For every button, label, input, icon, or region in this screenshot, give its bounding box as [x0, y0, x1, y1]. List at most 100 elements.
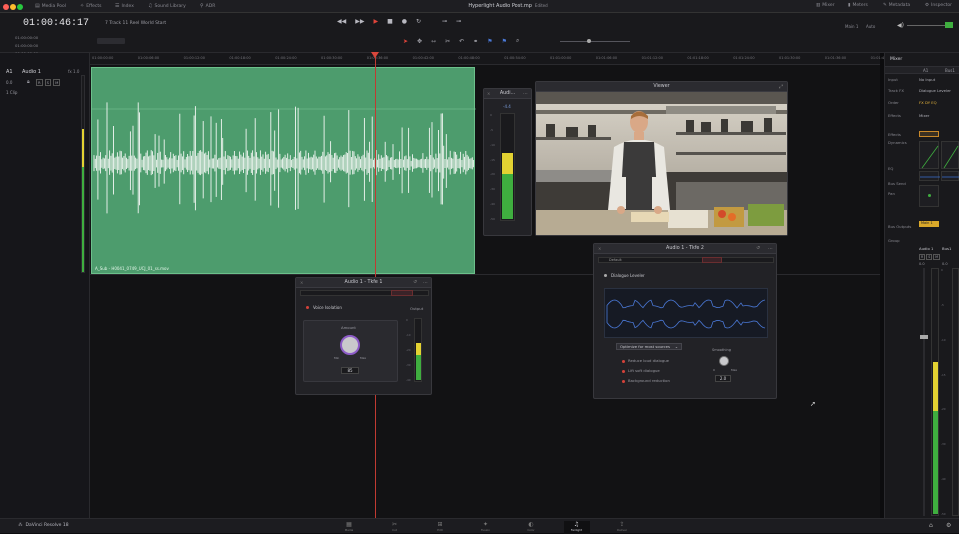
stop-icon[interactable]: ■ — [387, 18, 393, 25]
page-tab-fusion[interactable]: ✦ Fusion — [473, 521, 499, 534]
smoothing-value[interactable]: 2.0 — [715, 375, 731, 382]
minimize-window-icon[interactable] — [10, 4, 16, 10]
track-id: A1 — [6, 69, 13, 75]
close-icon[interactable]: × — [300, 280, 303, 285]
solo-button[interactable]: S — [44, 79, 52, 86]
close-icon[interactable]: × — [487, 91, 490, 96]
bus-output-select[interactable]: Main 1 — [919, 221, 939, 227]
jog-icon[interactable]: ⊸ — [442, 18, 447, 25]
page-tab-color[interactable]: ◐ Color — [518, 521, 544, 534]
play-icon[interactable]: ▶ — [373, 18, 378, 25]
mixer-row-value[interactable]: No Input — [919, 77, 935, 82]
expand-icon[interactable]: ⤢ — [779, 84, 783, 90]
monitor-volume-slider[interactable] — [907, 25, 947, 26]
channel-fader-handle[interactable] — [920, 335, 928, 339]
option-lift-soft[interactable]: Lift soft dialogue — [622, 366, 670, 376]
effects-button[interactable]: ✧ Effects — [80, 3, 102, 9]
pan-control[interactable] — [919, 185, 939, 207]
metadata-toggle[interactable]: ✎ Metadata — [883, 3, 910, 8]
timeline-selector[interactable]: 7 Track 11 Reel World Start — [105, 21, 166, 26]
page-tab-deliver[interactable]: ⇪ Deliver — [609, 521, 635, 534]
mixer-row-label: Bus Send — [888, 181, 906, 186]
color-page-icon: ◐ — [528, 521, 534, 528]
adr-button[interactable]: ⚲ ADR — [200, 3, 215, 9]
optimization-dropdown[interactable]: Optimize for most sources ⌄ — [616, 343, 682, 350]
zoom-icon[interactable]: ⌕ — [516, 37, 519, 45]
mixer-row-value[interactable]: FX DY EQ — [919, 100, 937, 105]
record-arm-button[interactable]: R — [36, 79, 43, 86]
mixer-toggle[interactable]: ▥ Mixer — [816, 3, 835, 8]
effects-slot[interactable] — [919, 131, 939, 137]
close-window-icon[interactable] — [3, 4, 9, 10]
mute-button[interactable]: M — [53, 79, 61, 86]
settings-gear-icon[interactable]: ⚙ — [946, 522, 951, 529]
dynamics-graph[interactable] — [919, 141, 939, 169]
smoothing-knob[interactable] — [719, 356, 729, 366]
page-tab-fairlight[interactable]: ♫ Fairlight — [563, 521, 590, 534]
trim-tool-icon[interactable]: ⇿ — [431, 38, 436, 45]
zoom-slider-handle[interactable] — [587, 39, 591, 43]
solo-button[interactable]: S — [926, 254, 933, 260]
fast-forward-icon[interactable]: ▶▶ — [355, 18, 364, 25]
marker-icon[interactable]: ⚑ — [502, 38, 507, 45]
mixer-row-value[interactable]: Mixer — [919, 113, 929, 118]
dialogue-leveler-toggle[interactable]: Dialogue Leveler — [604, 273, 645, 278]
record-arm-button[interactable]: R — [919, 254, 926, 260]
amount-knob[interactable] — [340, 335, 360, 355]
reset-icon[interactable]: ↺ — [413, 280, 417, 285]
flag-icon[interactable]: ⚑ — [487, 38, 492, 45]
rewind-icon[interactable]: ◀◀ — [337, 18, 346, 25]
link-icon[interactable]: ⚭ — [473, 38, 478, 45]
selection-tool-icon[interactable]: ➤ — [403, 38, 408, 45]
preset-selector[interactable]: Default — [598, 257, 774, 263]
loop-icon[interactable]: ↻ — [416, 18, 421, 25]
razor-tool-icon[interactable]: ✂ — [445, 38, 450, 45]
volume-icon[interactable]: ◀) — [897, 22, 904, 29]
scale-label: -40 — [406, 378, 411, 382]
eq-graph-bus[interactable] — [941, 171, 959, 181]
sound-library-button[interactable]: ♫ Sound Library — [148, 3, 186, 9]
page-tab-label: Cut — [392, 528, 397, 532]
index-button[interactable]: ☰ Index — [115, 3, 134, 9]
audio-clip[interactable] — [91, 67, 476, 274]
option-reduce-loud[interactable]: Reduce loud dialogue — [622, 356, 670, 366]
record-icon[interactable]: ● — [402, 18, 407, 25]
page-tab-edit[interactable]: ⊞ Edit — [427, 521, 453, 534]
range-tool-icon[interactable]: ✥ — [417, 38, 422, 45]
more-options-icon[interactable]: ⋯ — [423, 280, 428, 286]
dynamics-graph-bus[interactable] — [941, 141, 959, 169]
zoom-window-icon[interactable] — [17, 4, 23, 10]
zoom-slider[interactable] — [560, 41, 630, 42]
eq-graph[interactable] — [919, 171, 940, 181]
timeline-ruler[interactable] — [90, 53, 880, 65]
page-tab-cut[interactable]: ✂ Cut — [382, 521, 408, 534]
voice-isolation-toggle[interactable]: Voice Isolation — [306, 305, 342, 310]
reset-icon[interactable]: ↺ — [756, 246, 760, 251]
playhead-handle[interactable] — [371, 52, 379, 58]
preset-controls[interactable] — [702, 257, 722, 263]
more-options-icon[interactable]: ⋯ — [523, 91, 528, 97]
amount-value[interactable]: 85 — [341, 367, 359, 374]
snap-icon[interactable]: ↶ — [459, 38, 464, 45]
view-options-button[interactable] — [97, 38, 125, 44]
close-icon[interactable]: × — [598, 246, 601, 251]
track-fx[interactable]: fx 1.0 — [68, 69, 79, 74]
channel-fader-track[interactable] — [923, 268, 925, 516]
preset-controls[interactable] — [391, 290, 413, 296]
page-tab-media[interactable]: ▦ Media — [336, 521, 362, 534]
more-options-icon[interactable]: ⋯ — [768, 246, 773, 252]
mute-button[interactable]: M — [933, 254, 941, 260]
meters-toggle[interactable]: ▮ Meters — [848, 3, 868, 8]
option-background-reduction[interactable]: Background reduction — [622, 376, 670, 386]
page-navigation-bar: ⁂ DaVinci Resolve 18 ▦ Media ✂ Cut ⊞ Edit ✦ Fus… — [0, 518, 959, 534]
index-icon: ☰ — [115, 3, 120, 9]
home-icon[interactable]: ⌂ — [929, 522, 933, 529]
mixer-row-value[interactable]: Dialogue Leveler — [919, 88, 951, 93]
lock-icon[interactable]: 🔒︎ — [27, 79, 30, 85]
automation-label[interactable]: Auto — [866, 24, 875, 29]
track-name[interactable]: Audio 1 — [22, 69, 41, 75]
ruler-tick-label: 01:01:12:00 — [641, 56, 663, 60]
inspector-toggle[interactable]: ⚙ Inspector — [925, 3, 952, 8]
shuttle-icon[interactable]: ⊸ — [456, 18, 461, 25]
media-pool-button[interactable]: ▤ Media Pool — [35, 3, 66, 9]
